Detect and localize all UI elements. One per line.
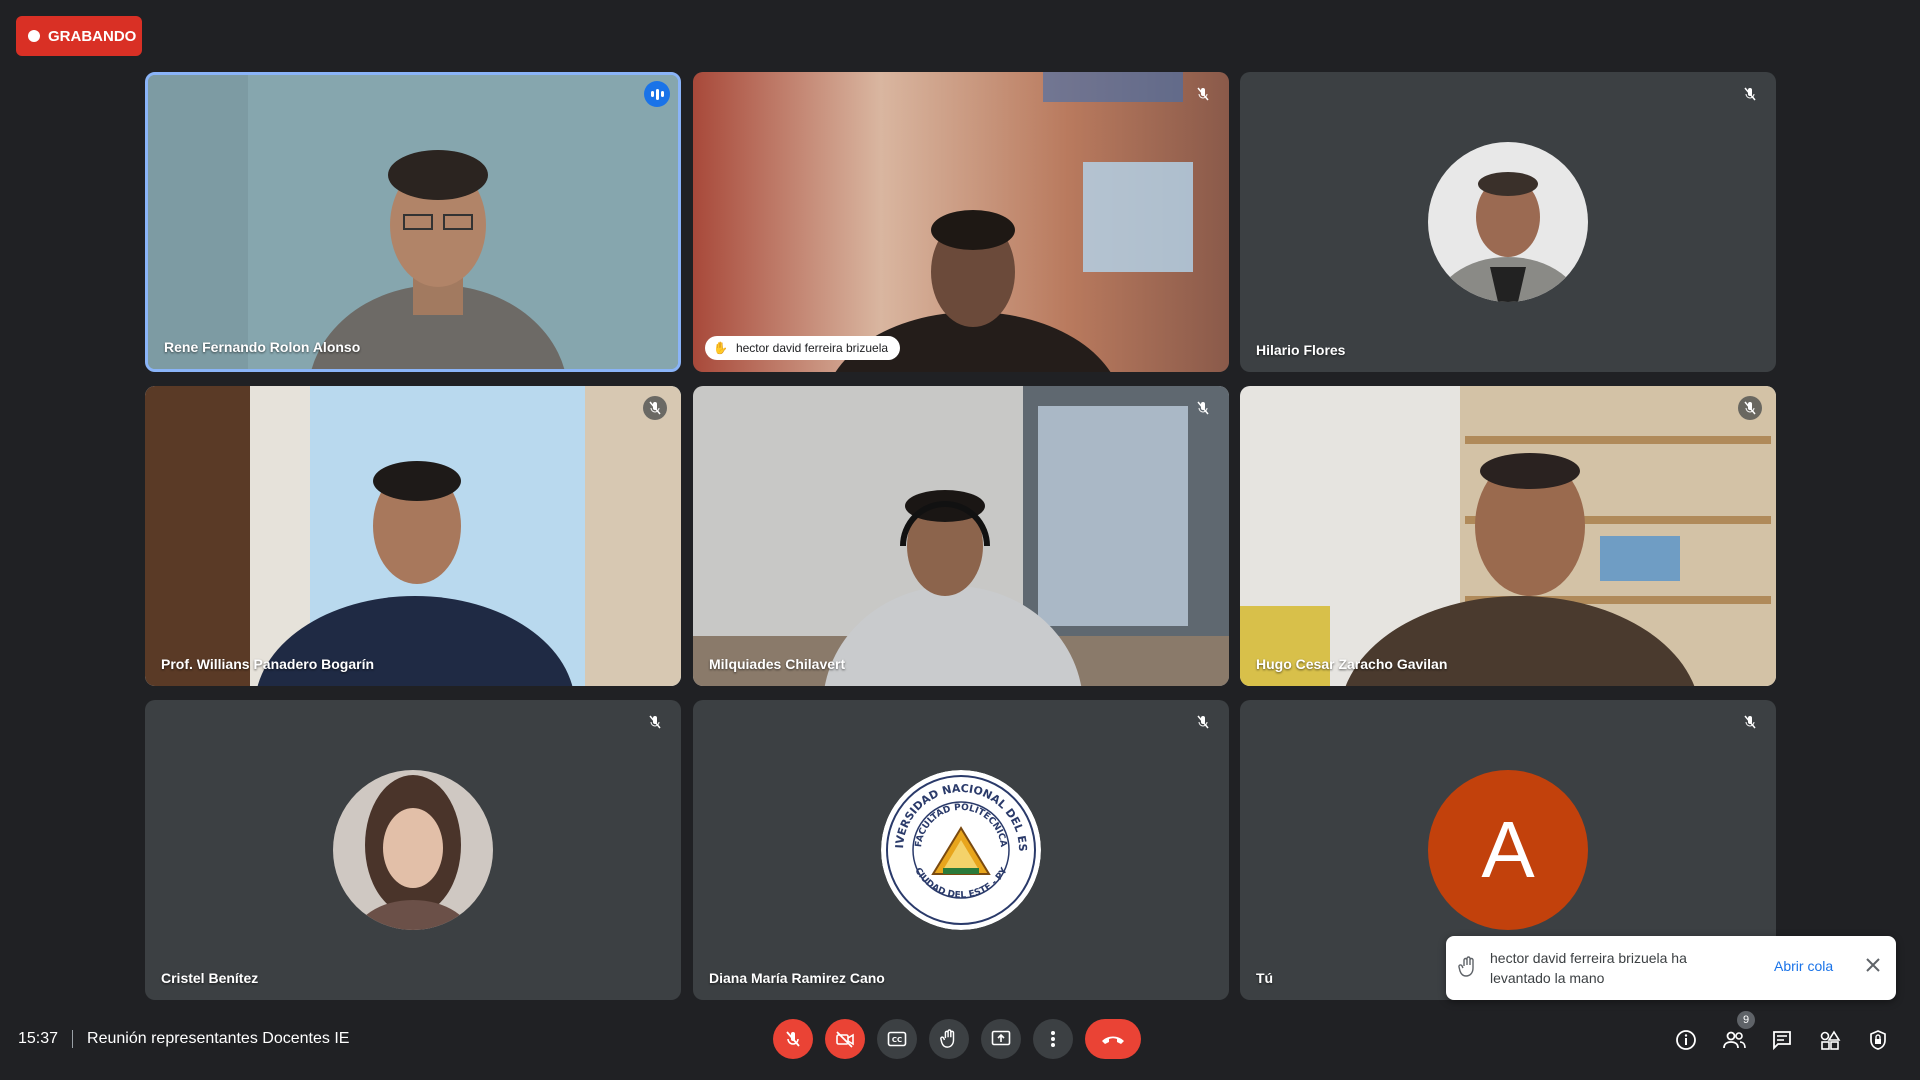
more-vert-icon [1051,1031,1055,1047]
mic-off-icon [786,1031,800,1047]
recording-label: GRABANDO [48,27,137,45]
muted-mic-icon [643,710,667,734]
participant-name: Hilario Flores [1256,342,1346,358]
chat-icon [1773,1031,1791,1051]
meeting-info-button[interactable] [1673,1027,1699,1053]
muted-mic-icon [1738,396,1762,420]
mic-toggle-button[interactable] [773,1019,813,1059]
participant-tile-milquiades[interactable]: Milquiades Chilavert [693,386,1229,686]
present-screen-button[interactable] [981,1019,1021,1059]
record-dot-icon [28,30,40,42]
video-feed [693,72,1229,372]
captions-button[interactable]: CC [877,1019,917,1059]
participant-tile-hugo[interactable]: Hugo Cesar Zaracho Gavilan [1240,386,1776,686]
notification-message: hector david ferreira brizuela ha levant… [1490,950,1687,986]
present-icon [991,1030,1011,1046]
avatar: A [1428,770,1588,930]
muted-mic-icon [1191,710,1215,734]
shield-lock-icon [1870,1030,1886,1050]
muted-mic-icon [1738,710,1762,734]
video-feed [693,386,1229,686]
end-call-button[interactable] [1085,1019,1141,1059]
participant-name: Prof. Willians Panadero Bogarín [161,656,375,672]
camera-off-icon [836,1031,854,1048]
raised-hand-notification: hector david ferreira brizuela ha levant… [1446,936,1896,1000]
more-options-button[interactable] [1033,1019,1073,1059]
participant-tile-diana[interactable]: UNIVERSIDAD NACIONAL DEL ESTE FACULTAD P… [693,700,1229,1000]
camera-toggle-button[interactable] [825,1019,865,1059]
muted-mic-icon [643,396,667,420]
participant-tile-cristel[interactable]: Cristel Benítez [145,700,681,1000]
speaking-indicator-icon [644,81,670,107]
captions-icon: CC [887,1031,907,1047]
recording-indicator[interactable]: GRABANDO [16,16,142,56]
avatar [333,770,493,930]
video-feed [1240,386,1776,686]
hang-up-icon [1102,1036,1124,1044]
participant-name: hector david ferreira brizuela [735,341,889,355]
participant-tile-willians[interactable]: Prof. Willians Panadero Bogarín [145,386,681,686]
raised-hand-icon: ✋ [713,341,728,355]
raise-hand-button[interactable] [929,1019,969,1059]
muted-mic-icon [1738,82,1762,106]
participant-tile-hilario[interactable]: Hilario Flores [1240,72,1776,372]
muted-mic-icon [1191,396,1215,420]
open-queue-link[interactable]: Abrir cola [1774,958,1833,974]
participant-name: Milquiades Chilavert [709,656,846,672]
participant-name: Hugo Cesar Zaracho Gavilan [1256,656,1448,672]
chat-button[interactable] [1769,1027,1795,1053]
participant-tile-rene[interactable]: Rene Fernando Rolon Alonso [145,72,681,372]
raised-hand-chip: ✋ hector david ferreira brizuela [705,336,901,360]
meeting-details: 15:37 Reunión representantes Docentes IE [18,1030,349,1048]
participant-name: Diana María Ramirez Cano [709,970,885,986]
participant-name: Rene Fernando Rolon Alonso [164,339,361,355]
university-logo: UNIVERSIDAD NACIONAL DEL ESTE FACULTAD P… [881,770,1041,930]
meeting-title: Reunión representantes Docentes IE [87,1030,350,1047]
video-feed [148,75,678,369]
hand-icon [940,1029,955,1048]
clock: 15:37 [18,1030,59,1047]
shapes-icon [1820,1030,1841,1050]
svg-text:CC: CC [892,1036,902,1044]
muted-mic-icon [1191,82,1215,106]
divider [72,1030,74,1048]
people-icon [1723,1031,1746,1049]
raised-hand-icon [1458,956,1478,983]
avatar-letter: A [1481,805,1535,894]
participant-name: Tú [1256,970,1274,986]
activities-button[interactable] [1817,1027,1843,1053]
seal-icon: UNIVERSIDAD NACIONAL DEL ESTE FACULTAD P… [881,770,1041,930]
participants-count-badge: 9 [1737,1011,1755,1029]
info-icon [1676,1030,1696,1050]
avatar [1428,142,1588,302]
participants-button[interactable] [1721,1027,1747,1053]
video-feed [145,386,681,686]
participant-name: Cristel Benítez [161,970,259,986]
avatar-photo [1428,142,1588,302]
avatar-photo [333,770,493,930]
close-icon[interactable] [1864,956,1882,979]
participant-tile-hector[interactable]: ✋ hector david ferreira brizuela [693,72,1229,372]
host-controls-button[interactable] [1865,1027,1891,1053]
